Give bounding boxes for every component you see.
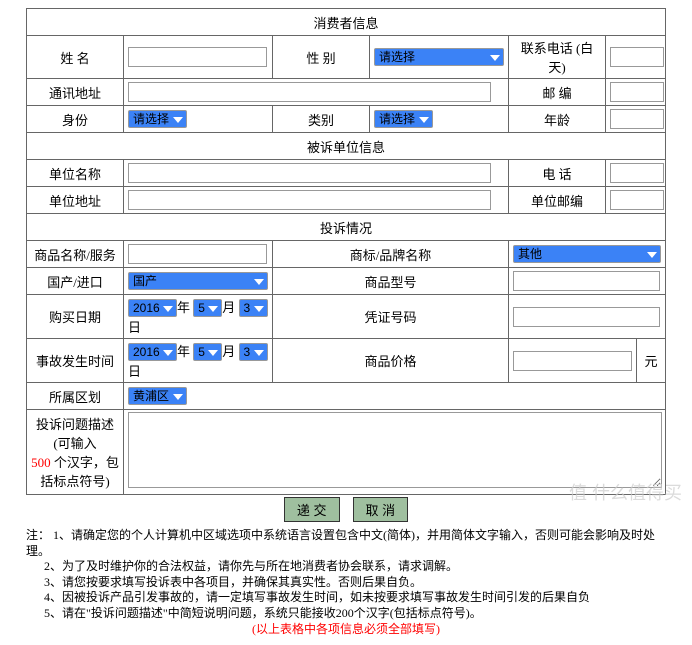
label-sex: 性 别 — [273, 36, 370, 79]
label-desc: 投诉问题描述 (可输入 500 个汉字，包括标点符号) — [27, 410, 124, 495]
unit-month: 月 — [222, 300, 235, 315]
buy-day-select[interactable]: 3 — [239, 299, 268, 317]
label-origin: 国产/进口 — [27, 268, 124, 295]
zip-input[interactable] — [610, 82, 664, 102]
origin-select[interactable]: 国产 — [128, 272, 268, 290]
unit-year: 年 — [177, 300, 190, 315]
phone-input[interactable] — [610, 47, 664, 67]
label-model: 商品型号 — [273, 268, 509, 295]
buy-month-select[interactable]: 5 — [193, 299, 222, 317]
label-addr: 通讯地址 — [27, 79, 124, 106]
label-cat: 类别 — [273, 106, 370, 133]
unit-year: 年 — [177, 344, 190, 359]
desc-textarea[interactable] — [128, 412, 662, 488]
label-uaddr: 单位地址 — [27, 187, 124, 214]
acc-month-select[interactable]: 5 — [193, 343, 222, 361]
form-table: 消费者信息 姓 名 性 别 请选择 联系电话 (白天) 通讯地址 邮 编 身份 … — [26, 8, 666, 524]
label-voucher: 凭证号码 — [273, 295, 509, 339]
price-input[interactable] — [513, 351, 632, 371]
age-input[interactable] — [610, 109, 664, 129]
section-complaint: 投诉情况 — [27, 214, 666, 241]
label-id: 身份 — [27, 106, 124, 133]
submit-button[interactable]: 递 交 — [284, 497, 340, 522]
watermark: 值 什么值得买 — [569, 479, 682, 505]
label-uname: 单位名称 — [27, 160, 124, 187]
label-goods: 商品名称/服务 — [27, 241, 124, 268]
uzip-input[interactable] — [610, 190, 664, 210]
unit-day: 日 — [128, 320, 141, 335]
label-age: 年龄 — [509, 106, 606, 133]
acc-day-select[interactable]: 3 — [239, 343, 268, 361]
section-consumer: 消费者信息 — [27, 9, 666, 36]
label-brand: 商标/品牌名称 — [273, 241, 509, 268]
uphone-input[interactable] — [610, 163, 664, 183]
uaddr-input[interactable] — [128, 190, 491, 210]
section-unit: 被诉单位信息 — [27, 133, 666, 160]
model-input[interactable] — [513, 271, 660, 291]
label-uphone: 电 话 — [509, 160, 606, 187]
unit-month: 月 — [222, 344, 235, 359]
sex-select[interactable]: 请选择 — [374, 48, 504, 66]
voucher-input[interactable] — [513, 307, 660, 327]
uname-input[interactable] — [128, 163, 491, 183]
unit-day: 日 — [128, 364, 141, 379]
label-buydate: 购买日期 — [27, 295, 124, 339]
label-price: 商品价格 — [273, 339, 509, 383]
notes: 注： 1、请确定您的个人计算机中区域选项中系统语言设置包含中文(简体)，并用简体… — [26, 528, 666, 637]
id-select[interactable]: 请选择 — [128, 110, 187, 128]
cat-select[interactable]: 请选择 — [374, 110, 433, 128]
label-area: 所属区划 — [27, 383, 124, 410]
name-input[interactable] — [128, 47, 267, 67]
area-select[interactable]: 黄浦区 — [128, 387, 187, 405]
label-phone: 联系电话 (白天) — [509, 36, 606, 79]
acc-year-select[interactable]: 2016 — [128, 343, 177, 361]
unit-yuan: 元 — [637, 339, 666, 383]
goods-input[interactable] — [128, 244, 267, 264]
buy-year-select[interactable]: 2016 — [128, 299, 177, 317]
label-accdate: 事故发生时间 — [27, 339, 124, 383]
label-name: 姓 名 — [27, 36, 124, 79]
addr-input[interactable] — [128, 82, 491, 102]
cancel-button[interactable]: 取 消 — [353, 497, 409, 522]
label-uzip: 单位邮编 — [509, 187, 606, 214]
brand-select[interactable]: 其他 — [513, 245, 661, 263]
label-zip: 邮 编 — [509, 79, 606, 106]
